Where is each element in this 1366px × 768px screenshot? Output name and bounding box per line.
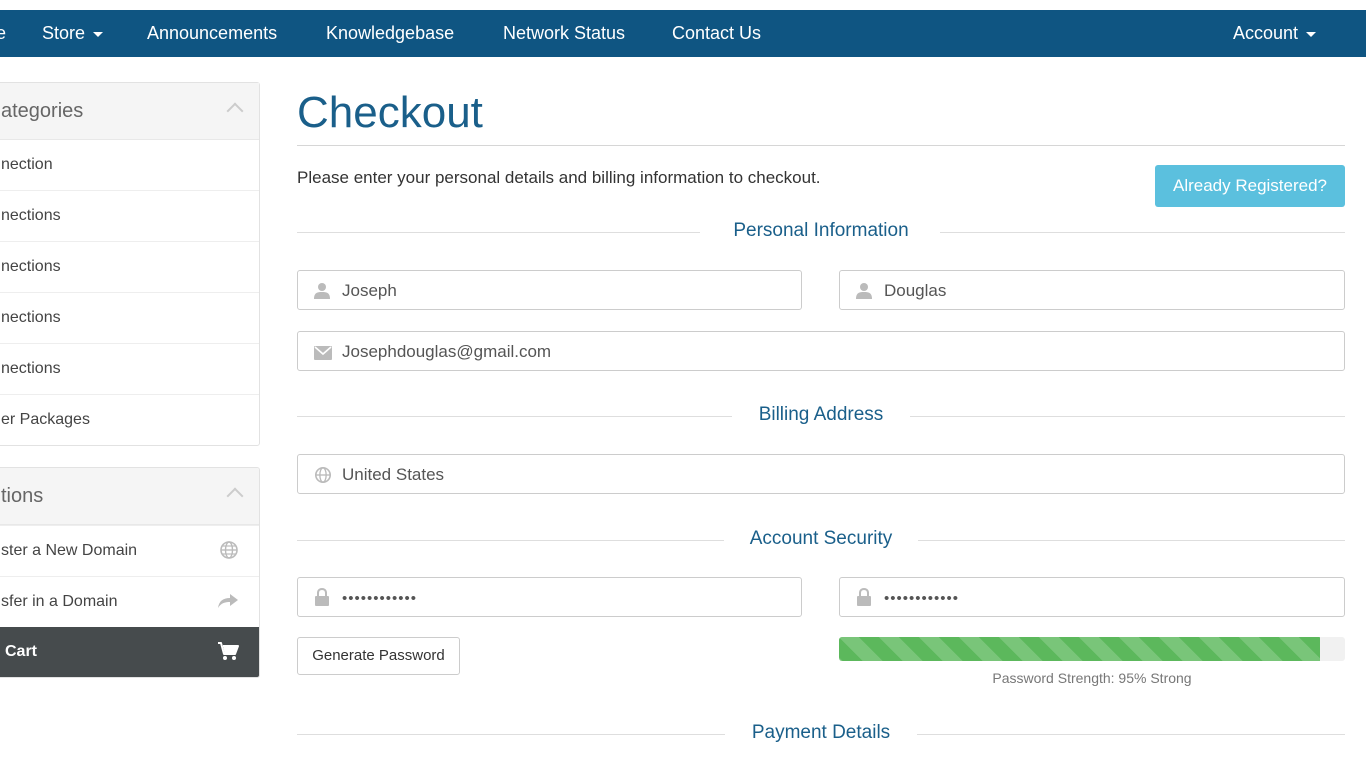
section-title: Account Security — [749, 528, 893, 549]
nav-network-status-link[interactable]: Network Status — [503, 23, 625, 44]
sidebar-item-label: sfer in a Domain — [1, 593, 118, 610]
nav-contact-us-link[interactable]: Contact Us — [672, 23, 761, 44]
first-name-value: Joseph — [342, 281, 397, 300]
password-strength-fill — [839, 637, 1320, 661]
sidebar-category-item[interactable]: er Packages — [0, 394, 259, 445]
sidebar-category-item[interactable]: nections — [0, 241, 259, 292]
top-navbar: e Store Announcements Knowledgebase Netw… — [0, 10, 1366, 57]
password-strength-meter — [839, 637, 1345, 661]
caret-down-icon — [93, 31, 104, 37]
nav-store-dropdown[interactable]: Store — [42, 23, 104, 44]
chevron-up-icon[interactable] — [226, 102, 244, 120]
checkout-intro-text: Please enter your personal details and b… — [297, 168, 821, 187]
globe-icon — [219, 540, 239, 565]
chevron-up-icon[interactable] — [226, 487, 244, 505]
section-heading-payment: Payment Details — [297, 722, 1345, 746]
section-title: Billing Address — [758, 404, 884, 425]
user-icon — [314, 282, 330, 305]
email-value: Josephdouglas@gmail.com — [342, 342, 552, 361]
last-name-field[interactable]: Douglas — [839, 270, 1345, 310]
sidebar-item-register-domain[interactable]: ster a New Domain — [0, 525, 259, 576]
sidebar-item-label: nections — [1, 207, 61, 224]
actions-panel-title: tions — [1, 485, 44, 507]
sidebar-item-label: nections — [1, 360, 61, 377]
share-arrow-icon — [217, 591, 239, 616]
country-value: United States — [342, 465, 445, 484]
generate-password-button[interactable]: Generate Password — [297, 637, 460, 675]
sidebar-item-label: Cart — [5, 643, 38, 660]
actions-panel-header[interactable]: tions — [0, 468, 259, 525]
already-registered-button[interactable]: Already Registered? — [1155, 165, 1345, 207]
nav-announcements-link[interactable]: Announcements — [147, 23, 277, 44]
password-confirm-value: •••••••••••• — [884, 590, 960, 607]
lock-icon — [314, 587, 330, 611]
sidebar-item-cart[interactable]: Cart — [0, 627, 259, 677]
nav-account-dropdown[interactable]: Account — [1233, 23, 1317, 44]
user-icon — [856, 282, 872, 305]
nav-home-link[interactable]: e — [0, 23, 6, 44]
country-select[interactable]: United States — [297, 454, 1345, 494]
lock-icon — [856, 587, 872, 611]
sidebar-category-item[interactable]: nections — [0, 190, 259, 241]
categories-list: nection nections nections nections necti… — [0, 140, 259, 445]
section-title: Payment Details — [751, 722, 891, 743]
categories-panel-title: ategories — [1, 100, 84, 122]
top-strip — [0, 0, 1366, 10]
categories-panel-header[interactable]: ategories — [0, 83, 259, 140]
sidebar-item-label: nections — [1, 309, 61, 326]
sidebar-category-item[interactable]: nection — [0, 140, 259, 190]
section-heading-security: Account Security — [297, 528, 1345, 552]
first-name-field[interactable]: Joseph — [297, 270, 802, 310]
section-heading-personal: Personal Information — [297, 220, 1345, 244]
nav-knowledgebase-link[interactable]: Knowledgebase — [326, 23, 454, 44]
cart-icon — [217, 641, 239, 666]
globe-icon — [314, 466, 332, 489]
section-title: Personal Information — [733, 220, 909, 241]
password-strength-label: Password Strength: 95% Strong — [992, 670, 1192, 686]
envelope-icon — [314, 345, 332, 365]
sidebar-item-label: nections — [1, 258, 61, 275]
section-heading-billing: Billing Address — [297, 404, 1345, 428]
sidebar-category-item[interactable]: nections — [0, 343, 259, 394]
sidebar-item-label: ster a New Domain — [1, 542, 138, 559]
nav-store-label: Store — [42, 23, 86, 43]
title-divider — [297, 145, 1345, 146]
page-title: Checkout — [297, 88, 483, 137]
nav-account-label: Account — [1233, 23, 1299, 43]
last-name-value: Douglas — [884, 281, 947, 300]
sidebar-category-item[interactable]: nections — [0, 292, 259, 343]
email-field[interactable]: Josephdouglas@gmail.com — [297, 331, 1345, 371]
sidebar-item-transfer-domain[interactable]: sfer in a Domain — [0, 576, 259, 627]
categories-panel: ategories nection nections nections nect… — [0, 82, 260, 446]
password-confirm-field[interactable]: •••••••••••• — [839, 577, 1345, 617]
sidebar-item-label: nection — [1, 156, 53, 173]
password-value: •••••••••••• — [342, 590, 418, 607]
caret-down-icon — [1306, 31, 1317, 37]
sidebar-item-label: er Packages — [1, 411, 90, 428]
password-field[interactable]: •••••••••••• — [297, 577, 802, 617]
actions-panel: tions ster a New Domain sfer in a Domain… — [0, 467, 260, 678]
